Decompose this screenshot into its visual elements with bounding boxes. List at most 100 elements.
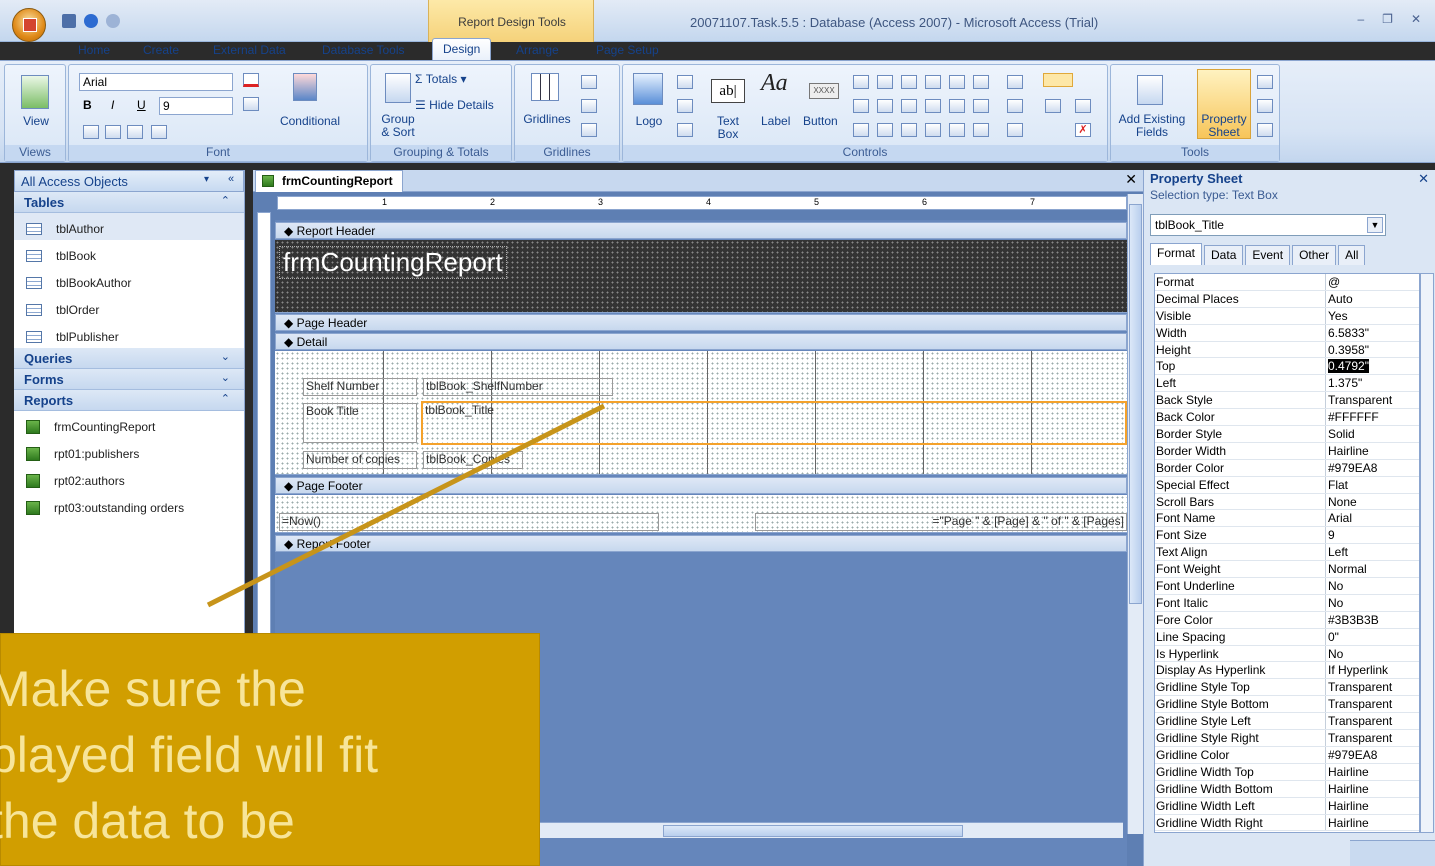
add-existing-fields-button[interactable]: Add Existing Fields: [1115, 113, 1189, 139]
property-row[interactable]: Font Name Arial: [1155, 510, 1419, 528]
shelf-number-field[interactable]: tblBook_ShelfNumber: [423, 378, 613, 396]
code-icon[interactable]: [1257, 99, 1273, 113]
property-value[interactable]: 6.5833": [1326, 325, 1419, 341]
chevron-down-icon[interactable]: ▼: [1367, 217, 1383, 233]
delete-icon[interactable]: ✗: [1075, 123, 1091, 137]
list-box-icon[interactable]: [973, 75, 989, 89]
add-existing-fields-icon[interactable]: [1137, 75, 1163, 105]
band-report-footer[interactable]: ◆ Report Footer: [275, 535, 1127, 552]
button-icon[interactable]: XXXX: [809, 83, 839, 99]
property-row[interactable]: Back Color #FFFFFF: [1155, 409, 1419, 427]
property-value[interactable]: Transparent: [1326, 730, 1419, 746]
property-value[interactable]: Left: [1326, 544, 1419, 560]
book-title-field[interactable]: tblBook_Title: [421, 401, 1127, 445]
nav-category-tables[interactable]: Tables ⌃: [14, 192, 244, 213]
property-row[interactable]: Is Hyperlink No: [1155, 645, 1419, 663]
page-break-icon[interactable]: [925, 123, 941, 137]
scrollbar-thumb[interactable]: [1129, 204, 1142, 604]
save-icon[interactable]: [62, 14, 76, 28]
property-value[interactable]: #979EA8: [1326, 460, 1419, 476]
nav-category-forms[interactable]: Forms ⌄: [14, 369, 244, 390]
property-row[interactable]: Top 0.4792": [1155, 358, 1419, 376]
property-value[interactable]: No: [1326, 595, 1419, 611]
property-value[interactable]: Normal: [1326, 561, 1419, 577]
detail-section[interactable]: Shelf Number tblBook_ShelfNumber Book Ti…: [275, 351, 1127, 475]
property-value[interactable]: Transparent: [1326, 696, 1419, 712]
close-document-icon[interactable]: ✕: [1125, 171, 1137, 188]
property-row[interactable]: Border Style Solid: [1155, 426, 1419, 443]
close-button[interactable]: ✕: [1411, 12, 1421, 26]
italic-button[interactable]: I: [111, 99, 114, 112]
tab-control-icon[interactable]: [925, 75, 941, 89]
gridline-style-icon[interactable]: [581, 99, 597, 113]
nav-item-tblorder[interactable]: tblOrder: [14, 294, 244, 321]
property-icon[interactable]: [1045, 99, 1061, 113]
property-row[interactable]: Back Style Transparent: [1155, 392, 1419, 410]
page-numbers-icon[interactable]: [677, 99, 693, 113]
tab-format[interactable]: Format: [1150, 243, 1203, 265]
gridline-width-icon[interactable]: [581, 75, 597, 89]
scrollbar-thumb[interactable]: [663, 825, 963, 837]
property-value[interactable]: #3B3B3B: [1326, 612, 1419, 628]
font-size-combo[interactable]: 9: [159, 97, 233, 115]
property-value[interactable]: 0": [1326, 629, 1419, 645]
property-value[interactable]: Hairline: [1326, 815, 1419, 831]
tab-event[interactable]: Event: [1245, 245, 1291, 265]
property-value-selected[interactable]: 0.4792": [1328, 359, 1369, 374]
report-title-label[interactable]: frmCountingReport: [279, 246, 507, 279]
line-icon[interactable]: [877, 75, 893, 89]
gridlines-button[interactable]: Gridlines: [517, 113, 577, 126]
checkbox-icon[interactable]: [901, 99, 917, 113]
hide-details-button[interactable]: ☰ Hide Details: [415, 99, 511, 112]
nav-category-reports[interactable]: Reports ⌃: [14, 390, 244, 411]
button-control-button[interactable]: Button: [803, 115, 838, 128]
tab-arrange[interactable]: Arrange: [516, 40, 559, 60]
property-row[interactable]: Scroll Bars None: [1155, 493, 1419, 511]
property-value[interactable]: @: [1326, 274, 1419, 290]
tab-page-setup[interactable]: Page Setup: [596, 40, 659, 60]
line-thickness-icon[interactable]: [1007, 99, 1023, 113]
property-value[interactable]: 1.375": [1326, 375, 1419, 391]
shelf-number-label[interactable]: Shelf Number: [303, 378, 417, 396]
unbound-frame-icon[interactable]: [877, 123, 893, 137]
property-value[interactable]: Hairline: [1326, 798, 1419, 814]
property-value[interactable]: 9: [1326, 527, 1419, 543]
minimize-button[interactable]: –: [1357, 12, 1364, 26]
report-header-section[interactable]: frmCountingReport: [275, 240, 1127, 313]
option-group-icon[interactable]: [925, 99, 941, 113]
page-number-field[interactable]: ="Page " & [Page] & " of " & [Pages]: [755, 513, 1127, 531]
tab-all[interactable]: All: [1338, 245, 1366, 265]
group-sort-icon[interactable]: [385, 73, 411, 103]
nav-item-rpt03[interactable]: rpt03:outstanding orders: [14, 492, 244, 519]
object-selector[interactable]: tblBook_Title ▼: [1150, 214, 1386, 236]
redo-icon[interactable]: [106, 14, 120, 28]
subreport-icon[interactable]: [973, 99, 989, 113]
property-row[interactable]: Visible Yes: [1155, 307, 1419, 325]
nav-item-tblauthor[interactable]: tblAuthor: [14, 213, 244, 240]
group-sort-button[interactable]: Group & Sort: [375, 113, 421, 139]
view-button[interactable]: View: [5, 115, 67, 128]
property-row[interactable]: Text Align Left: [1155, 544, 1419, 562]
property-value[interactable]: #979EA8: [1326, 747, 1419, 763]
page-footer-section[interactable]: =Now() ="Page " & [Page] & " of " & [Pag…: [275, 495, 1127, 533]
vertical-scrollbar[interactable]: [1127, 194, 1143, 834]
property-value[interactable]: Arial: [1326, 510, 1419, 526]
property-value[interactable]: Hairline: [1326, 443, 1419, 459]
insert-chart-icon[interactable]: [949, 123, 965, 137]
property-row[interactable]: Gridline Width Top Hairline: [1155, 763, 1419, 781]
restore-button[interactable]: ❐: [1382, 12, 1393, 26]
property-row[interactable]: Gridline Style Top Transparent: [1155, 679, 1419, 697]
image-icon[interactable]: [949, 99, 965, 113]
property-value[interactable]: Transparent: [1326, 392, 1419, 408]
toggle-icon[interactable]: [901, 75, 917, 89]
tab-database-tools[interactable]: Database Tools: [322, 40, 405, 60]
title-icon[interactable]: [677, 75, 693, 89]
nav-item-rpt02[interactable]: rpt02:authors: [14, 465, 244, 492]
property-value[interactable]: Hairline: [1326, 764, 1419, 780]
band-report-header[interactable]: ◆ Report Header: [275, 222, 1127, 239]
property-row[interactable]: Left 1.375": [1155, 375, 1419, 393]
book-title-label[interactable]: Book Title: [303, 403, 417, 443]
text-box-button[interactable]: Text Box: [707, 115, 749, 141]
gridline-color-icon[interactable]: [581, 123, 597, 137]
property-row[interactable]: Gridline Width Bottom Hairline: [1155, 780, 1419, 798]
